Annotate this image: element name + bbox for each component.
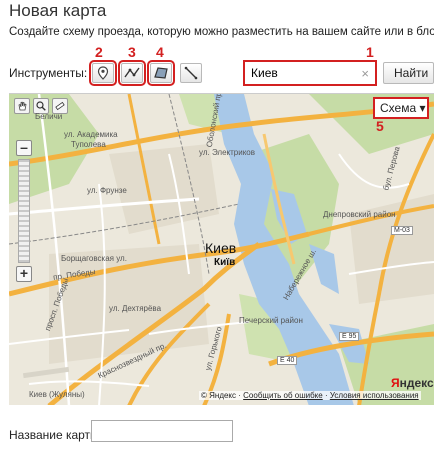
find-button[interactable]: Найти (383, 62, 434, 84)
map-canvas[interactable]: – + Схема ▾ Беличи ул. Академика Туполев… (9, 93, 434, 405)
zoom-control: – + (16, 140, 32, 282)
drag-tool-button[interactable] (14, 98, 30, 114)
report-error-link[interactable]: Сообщить об ошибке (243, 391, 323, 400)
map-layer-select[interactable]: Схема ▾ (373, 97, 429, 119)
polyline-tool-button[interactable] (118, 60, 146, 86)
page-title: Новая карта (9, 1, 107, 20)
callout-1: 1 (366, 44, 374, 60)
ruler-icon (184, 66, 198, 80)
polygon-tool-button[interactable] (147, 60, 175, 86)
road-shield: E 40 (277, 356, 298, 365)
map-label: Туполева (71, 140, 106, 149)
tools-label: Инструменты: (9, 66, 88, 80)
zoom-in-button[interactable]: + (16, 266, 32, 282)
clear-search-icon[interactable]: × (361, 66, 369, 81)
map-label: Днепровский район (323, 210, 396, 219)
map-label: Киев (Жуляны) (29, 390, 85, 399)
map-name-label: Название карты (9, 428, 99, 442)
map-label: ул. Электриков (199, 148, 255, 157)
map-label: ул. Академика (64, 130, 118, 139)
terms-link[interactable]: Условия использования (330, 391, 419, 400)
polyline-icon (124, 67, 140, 78)
road-shield: M-03 (391, 226, 413, 235)
yandex-logo: Яндекс (391, 376, 434, 390)
search-box: × (243, 60, 377, 86)
map-name-input[interactable] (91, 420, 233, 442)
city-label: Киев (205, 240, 237, 256)
zoom-slider[interactable] (18, 159, 30, 263)
callout-5: 5 (376, 118, 384, 134)
magnifier-icon (36, 101, 46, 111)
city-local-label: Київ (214, 257, 236, 268)
hand-icon (18, 101, 27, 111)
callout-2: 2 (95, 44, 103, 60)
copyright-text: © Яндекс (201, 391, 237, 400)
search-input[interactable] (251, 66, 351, 80)
map-label: Борщаговская ул. (61, 254, 127, 263)
map-label: Беличи (35, 112, 63, 121)
map-label: ул. Дехтярёва (109, 304, 162, 313)
ruler-icon (55, 101, 65, 111)
callout-3: 3 (128, 44, 136, 60)
map-label: Печерский район (239, 316, 303, 325)
placemark-icon (97, 66, 109, 80)
placemark-tool-button[interactable] (89, 60, 117, 86)
callout-4: 4 (156, 44, 164, 60)
polygon-icon (154, 67, 168, 79)
ruler-tool-button[interactable] (180, 63, 202, 83)
copyright-bar: © Яндекс · Сообщить об ошибке · Условия … (199, 391, 421, 400)
road-shield: E 95 (339, 332, 360, 341)
zoom-out-button[interactable]: – (16, 140, 32, 156)
page-subtitle: Создайте схему проезда, которую можно ра… (9, 26, 434, 38)
map-label: ул. Фрунзе (87, 186, 127, 195)
